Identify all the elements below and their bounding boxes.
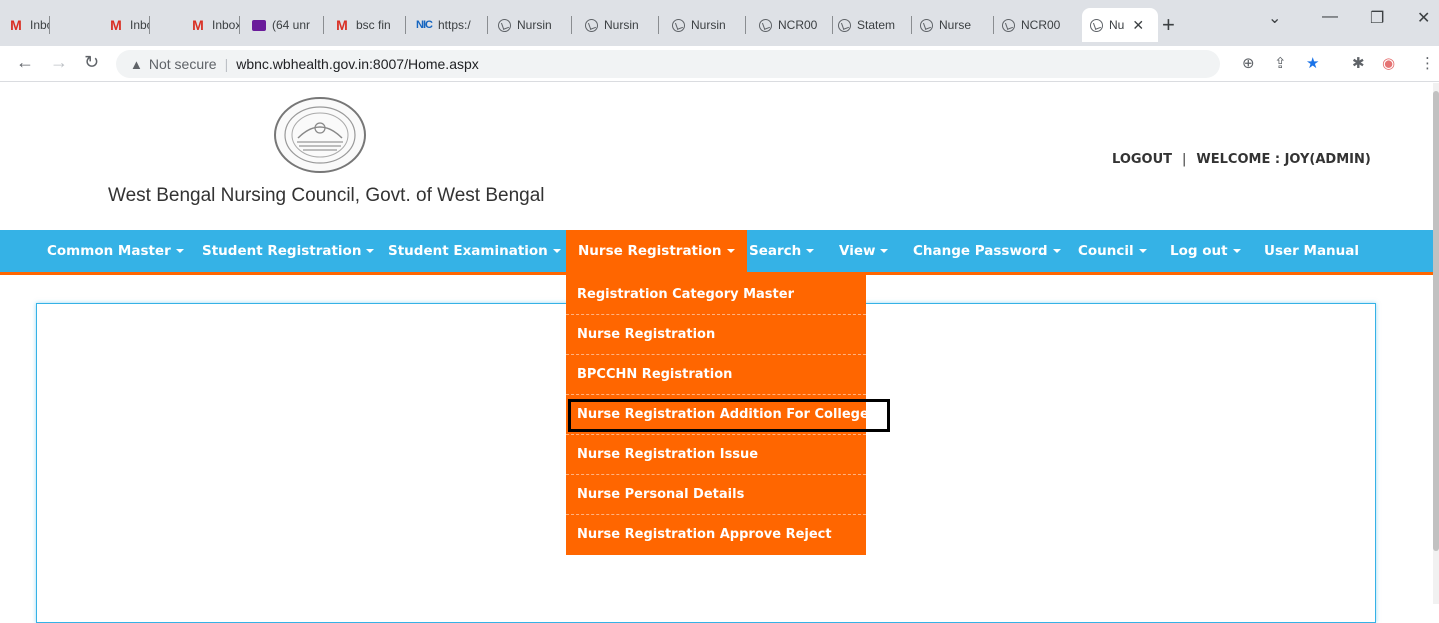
- gmail-icon: M: [336, 17, 348, 33]
- browser-tab[interactable]: (64 unr: [244, 8, 324, 42]
- browser-toolbar: ← → ↻ ▲ Not secure | wbnc.wbhealth.gov.i…: [0, 46, 1439, 82]
- menu-student-examination[interactable]: Student Examination: [388, 230, 561, 272]
- page-scrollbar[interactable]: [1433, 83, 1439, 604]
- close-tab-icon[interactable]: ✕: [1132, 17, 1144, 34]
- council-seal-icon: [274, 97, 366, 173]
- menu-common-master[interactable]: Common Master: [47, 230, 184, 272]
- tab-search-icon[interactable]: ⌄: [1268, 8, 1281, 28]
- menu-student-registration[interactable]: Student Registration: [202, 230, 375, 272]
- nic-icon: NIC: [416, 19, 433, 31]
- warning-icon[interactable]: ▲: [130, 57, 143, 72]
- browser-tab[interactable]: NIC https:/: [408, 8, 488, 42]
- browser-tab[interactable]: NCR00: [994, 8, 1080, 42]
- reload-icon[interactable]: ↻: [84, 52, 99, 73]
- restore-icon[interactable]: ❐: [1370, 8, 1384, 28]
- gmail-icon: M: [192, 17, 204, 33]
- menu-council[interactable]: Council: [1078, 230, 1147, 272]
- scrollbar-thumb[interactable]: [1433, 91, 1439, 551]
- caret-down-icon: [1052, 249, 1061, 253]
- browser-tab[interactable]: Nursin: [664, 8, 746, 42]
- browser-tab[interactable]: Statem: [830, 8, 912, 42]
- profile-avatar-icon[interactable]: ◉: [1382, 54, 1395, 72]
- caret-down-icon: [880, 249, 889, 253]
- menu-user-manual[interactable]: User Manual: [1264, 230, 1359, 272]
- browser-tab[interactable]: NCR00: [751, 8, 833, 42]
- dropdown-item-nurse-personal-details[interactable]: Nurse Personal Details: [566, 475, 866, 515]
- main-menu-bar: Common Master Student Registration Stude…: [0, 230, 1439, 275]
- address-bar[interactable]: ▲ Not secure | wbnc.wbhealth.gov.in:8007…: [116, 50, 1220, 78]
- gmail-icon: M: [110, 17, 122, 33]
- globe-icon: [920, 18, 933, 32]
- extensions-icon[interactable]: ✱: [1352, 54, 1365, 72]
- globe-icon: [759, 18, 772, 32]
- caret-down-icon: [726, 249, 735, 253]
- bookmark-star-icon[interactable]: ★: [1306, 54, 1319, 72]
- caret-down-icon: [552, 249, 561, 253]
- browser-tab-active[interactable]: Nu ✕: [1082, 8, 1158, 42]
- menu-search[interactable]: Search: [749, 230, 815, 272]
- back-icon[interactable]: ←: [16, 52, 34, 73]
- globe-icon: [1002, 18, 1015, 32]
- browser-tab[interactable]: Mbsc fin: [326, 8, 406, 42]
- globe-icon: [672, 18, 685, 32]
- gmail-icon: M: [10, 17, 22, 33]
- caret-down-icon: [1232, 249, 1241, 253]
- share-icon[interactable]: ⇪: [1274, 54, 1287, 72]
- dropdown-item-bpcchn-registration[interactable]: BPCCHN Registration: [566, 355, 866, 395]
- security-label[interactable]: Not secure: [149, 56, 217, 72]
- browser-tab-strip: MInbox ( MInbox ( MInbox ( (64 unr Mbsc …: [0, 0, 1439, 46]
- caret-down-icon: [1138, 249, 1147, 253]
- minimize-icon[interactable]: —: [1322, 8, 1338, 26]
- menu-change-password[interactable]: Change Password: [913, 230, 1061, 272]
- dropdown-item-nurse-registration-approve-reject[interactable]: Nurse Registration Approve Reject: [566, 515, 866, 555]
- browser-tab[interactable]: Nurse: [912, 8, 994, 42]
- browser-tab[interactable]: Nursin: [577, 8, 659, 42]
- forward-icon[interactable]: →: [50, 52, 68, 73]
- zoom-icon[interactable]: ⊕: [1242, 54, 1255, 72]
- mail-icon: [252, 19, 266, 31]
- logout-link[interactable]: LOGOUT: [1112, 152, 1172, 167]
- caret-down-icon: [806, 249, 815, 253]
- globe-icon: [838, 18, 851, 32]
- welcome-text: WELCOME : JOY(ADMIN): [1196, 152, 1371, 167]
- globe-icon: [1090, 18, 1103, 32]
- dropdown-item-nurse-registration[interactable]: Nurse Registration: [566, 315, 866, 355]
- caret-down-icon: [175, 249, 184, 253]
- browser-tab[interactable]: Nursin: [490, 8, 572, 42]
- close-window-icon[interactable]: ✕: [1417, 8, 1430, 28]
- page-body: West Bengal Nursing Council, Govt. of We…: [0, 83, 1439, 623]
- globe-icon: [498, 18, 511, 32]
- browser-tab[interactable]: MInbox (: [182, 8, 240, 42]
- url-text[interactable]: wbnc.wbhealth.gov.in:8007/Home.aspx: [236, 56, 479, 72]
- browser-tab[interactable]: MInbox (: [100, 8, 150, 42]
- dropdown-item-registration-category-master[interactable]: Registration Category Master: [566, 275, 866, 315]
- globe-icon: [585, 18, 598, 32]
- menu-nurse-registration[interactable]: Nurse Registration: [566, 230, 747, 272]
- menu-kebab-icon[interactable]: ⋮: [1420, 54, 1435, 72]
- site-title: West Bengal Nursing Council, Govt. of We…: [108, 185, 545, 206]
- browser-tab[interactable]: MInbox (: [0, 8, 50, 42]
- dropdown-item-nurse-registration-issue[interactable]: Nurse Registration Issue: [566, 435, 866, 475]
- caret-down-icon: [366, 249, 375, 253]
- new-tab-icon[interactable]: +: [1162, 12, 1175, 38]
- menu-view[interactable]: View: [839, 230, 889, 272]
- user-links: LOGOUT | WELCOME : JOY(ADMIN): [1112, 152, 1371, 167]
- menu-log-out[interactable]: Log out: [1170, 230, 1241, 272]
- highlight-box: [568, 399, 890, 432]
